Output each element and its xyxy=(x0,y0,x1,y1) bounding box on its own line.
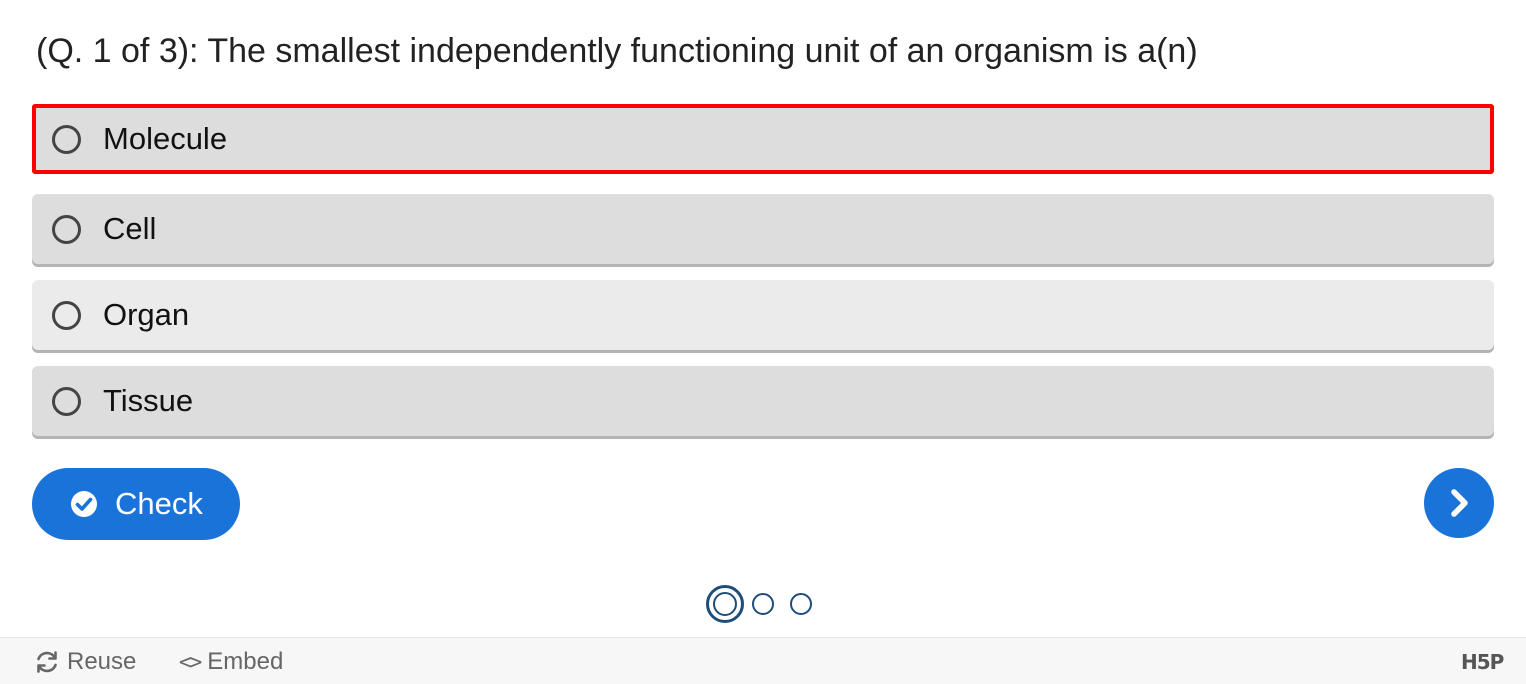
check-circle-icon xyxy=(71,491,97,517)
next-question-button[interactable] xyxy=(1424,468,1494,538)
question-text: (Q. 1 of 3): The smallest independently … xyxy=(36,32,1198,70)
radio-icon xyxy=(52,386,81,416)
progress-dot[interactable] xyxy=(790,593,812,615)
answer-option-tissue[interactable]: Tissue xyxy=(32,366,1494,436)
code-icon: <> xyxy=(179,650,202,674)
progress-dot[interactable] xyxy=(752,593,774,615)
radio-icon xyxy=(52,124,81,154)
reuse-label: Reuse xyxy=(67,648,137,675)
footer-bar: Reuse <> Embed H5P xyxy=(0,637,1526,684)
answer-option-cell[interactable]: Cell xyxy=(32,194,1494,264)
progress-dot-current[interactable] xyxy=(706,585,744,623)
answer-option-molecule[interactable]: Molecule xyxy=(32,104,1494,174)
answer-label: Molecule xyxy=(103,121,228,156)
question-set: (Q. 1 of 3): The smallest independently … xyxy=(0,0,1526,684)
check-button[interactable]: Check xyxy=(32,468,240,540)
reuse-button[interactable]: Reuse xyxy=(34,648,136,676)
chevron-right-icon xyxy=(1451,489,1468,517)
answer-label: Tissue xyxy=(103,383,194,418)
check-label: Check xyxy=(115,486,203,521)
progress-dots xyxy=(706,584,816,624)
h5p-logo[interactable]: H5P xyxy=(1461,650,1504,674)
radio-icon xyxy=(52,300,81,330)
radio-icon xyxy=(52,214,81,244)
embed-label: Embed xyxy=(207,648,284,675)
answer-label: Organ xyxy=(103,297,190,332)
answer-label: Cell xyxy=(103,211,157,246)
refresh-icon xyxy=(34,649,60,675)
answer-option-organ[interactable]: Organ xyxy=(32,280,1494,350)
embed-button[interactable]: <> Embed xyxy=(179,648,283,676)
